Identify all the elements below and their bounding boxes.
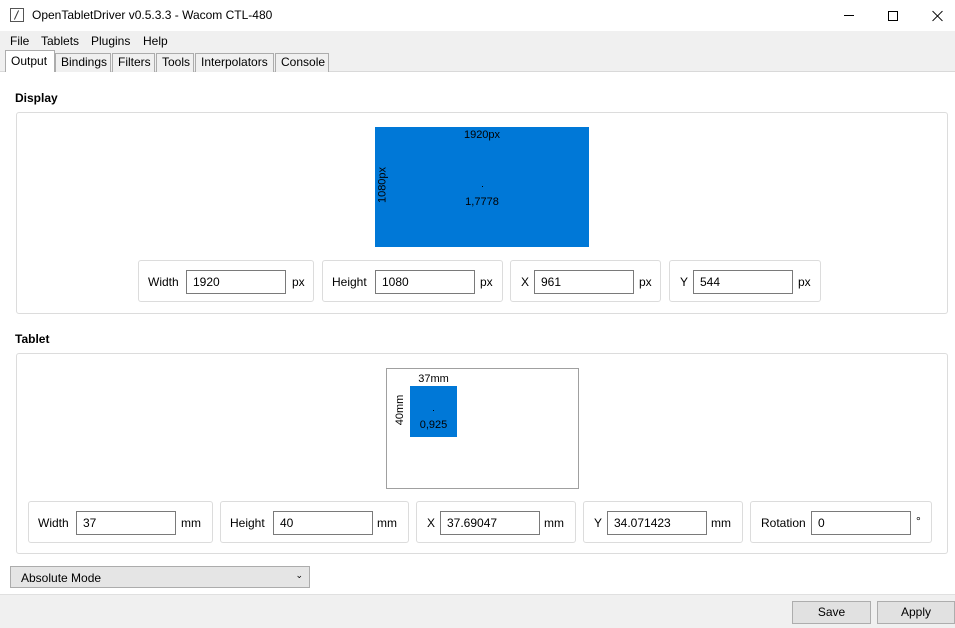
window-title: OpenTabletDriver v0.5.3.3 - Wacom CTL-48… [32,8,273,22]
display-height-box: Height 1080 px [322,260,503,302]
display-y-input[interactable]: 544 [693,270,793,294]
tablet-width-label-text: Width [38,516,69,530]
tablet-height-label-text: Height [230,516,265,530]
menu-plugins[interactable]: Plugins [91,34,130,48]
app-icon [10,8,24,22]
tablet-rotation-box: Rotation 0 ° [750,501,932,543]
tablet-height-label: 40mm [394,394,406,426]
display-width-input[interactable]: 1920 [186,270,286,294]
display-x-box: X 961 px [510,260,661,302]
tablet-height-input[interactable]: 40 [273,511,373,535]
menu-file[interactable]: File [10,34,29,48]
display-aspect-ratio: 1,7778 [465,196,499,208]
tab-console[interactable]: Console [275,53,329,72]
display-y-unit: px [798,275,811,289]
mode-select[interactable]: Absolute Mode ⌄ [10,566,310,588]
tablet-x-input[interactable]: 37.69047 [440,511,540,535]
mode-select-value: Absolute Mode [21,571,102,585]
tab-interpolators[interactable]: Interpolators [195,53,274,72]
tablet-aspect-ratio: 0,925 [419,419,448,431]
display-width-box: Width 1920 px [138,260,314,302]
save-button[interactable]: Save [792,601,871,624]
tablet-center-dot [433,410,434,411]
tab-tools[interactable]: Tools [156,53,194,72]
menu-tablets[interactable]: Tablets [41,34,79,48]
tablet-area[interactable]: 0,925 [410,386,457,437]
display-section-title: Display [15,91,58,105]
tablet-x-box: X 37.69047 mm [416,501,576,543]
apply-button[interactable]: Apply [877,601,955,624]
display-width-label-text: Width [148,275,179,289]
display-height-input[interactable]: 1080 [375,270,475,294]
tablet-y-box: Y 34.071423 mm [583,501,743,543]
tablet-height-box: Height 40 mm [220,501,409,543]
display-width-unit: px [292,275,305,289]
display-x-input[interactable]: 961 [534,270,634,294]
tablet-width-unit: mm [181,516,201,530]
tablet-rotation-label-text: Rotation [761,516,806,530]
tablet-x-label-text: X [427,516,436,530]
minimize-button[interactable] [826,0,872,31]
tablet-width-box: Width 37 mm [28,501,213,543]
minimize-icon [844,15,854,16]
tablet-rotation-unit: ° [916,514,921,528]
tablet-section-title: Tablet [15,332,50,346]
display-width-label: 1920px [463,129,501,141]
tablet-y-input[interactable]: 34.071423 [607,511,707,535]
display-x-unit: px [639,275,652,289]
tablet-y-label-text: Y [594,516,603,530]
tab-filters[interactable]: Filters [112,53,155,72]
title-bar: OpenTabletDriver v0.5.3.3 - Wacom CTL-48… [0,0,955,31]
output-panel: Display 1920px 1080px 1,7778 Width 1920 … [0,72,955,594]
display-y-label-text: Y [680,275,689,289]
tablet-rotation-input[interactable]: 0 [811,511,911,535]
display-height-unit: px [480,275,493,289]
display-center-dot [482,186,483,187]
tablet-width-label: 37mm [418,373,449,385]
display-height-label-text: Height [332,275,367,289]
menu-help[interactable]: Help [143,34,168,48]
tablet-height-unit: mm [377,516,397,530]
tablet-x-unit: mm [544,516,564,530]
maximize-icon [888,10,898,21]
tablet-width-input[interactable]: 37 [76,511,176,535]
display-x-label-text: X [521,275,530,289]
chevron-down-icon: ⌄ [295,570,303,580]
tab-output[interactable]: Output [5,50,55,72]
close-icon [932,10,944,22]
tab-bindings[interactable]: Bindings [55,53,111,72]
maximize-button[interactable] [870,0,916,31]
display-area[interactable]: 1920px 1080px 1,7778 [375,127,589,247]
close-button[interactable] [915,0,955,31]
tablet-y-unit: mm [711,516,731,530]
display-y-box: Y 544 px [669,260,821,302]
